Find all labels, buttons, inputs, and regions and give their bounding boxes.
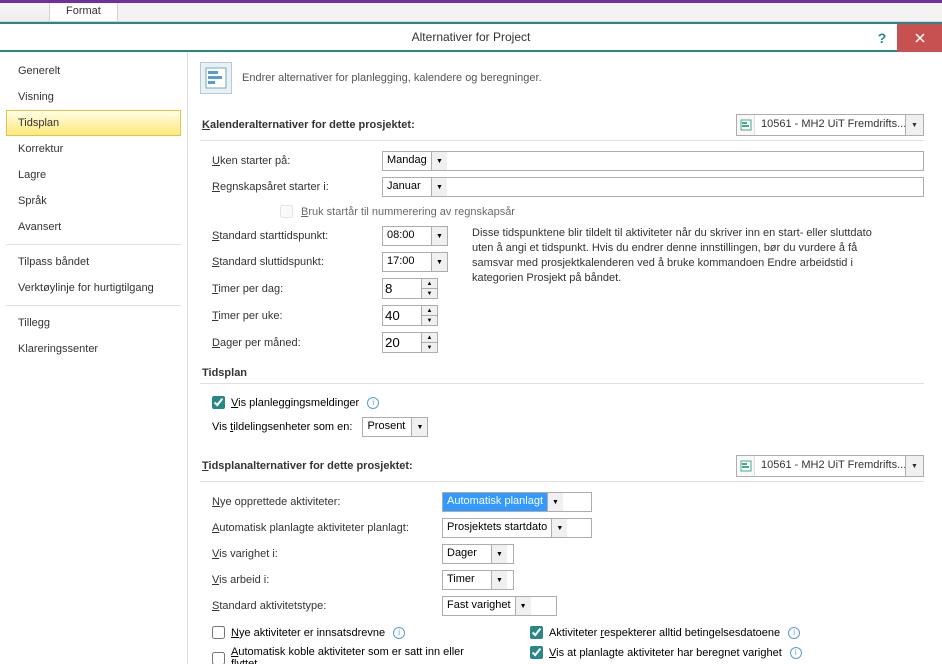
check-label: Nye aktiviteter er innsatsdrevne <box>231 627 385 639</box>
check-option: Nye aktiviteter er innsatsdrevne i <box>202 624 492 641</box>
select-fiscal-year[interactable]: Januar▼ <box>382 177 924 197</box>
section-description: Endrer alternativer for planlegging, kal… <box>242 72 542 84</box>
project-icon <box>737 115 755 135</box>
close-button[interactable] <box>897 24 942 52</box>
label-end-time: Standard sluttidspunkt: <box>212 256 382 268</box>
select-new-tasks[interactable]: Automatisk planlagt▼ <box>442 492 592 512</box>
info-icon[interactable]: i <box>393 627 405 639</box>
input-days-per-month[interactable]: ▲▼ <box>382 332 438 353</box>
checkbox[interactable] <box>212 652 225 664</box>
check-label: Aktiviteter respekterer alltid betingels… <box>549 627 780 639</box>
sidebar: GenereltVisningTidsplanKorrekturLagreSpr… <box>0 52 188 664</box>
check-option: Automatisk koble aktiviteter som er satt… <box>202 644 492 664</box>
help-button[interactable]: ? <box>867 24 897 52</box>
input-hours-per-day[interactable]: ▲▼ <box>382 278 438 299</box>
content-pane: Endrer alternativer for planlegging, kal… <box>188 52 942 664</box>
sidebar-item-verktøylinje-for-hurtigtilgang[interactable]: Verktøylinje for hurtigtilgang <box>6 275 181 301</box>
info-icon[interactable]: i <box>367 397 379 409</box>
dialog-title: Alternativer for Project <box>412 30 531 44</box>
schedule-icon <box>200 62 232 94</box>
sidebar-item-tilpass-båndet[interactable]: Tilpass båndet <box>6 249 181 275</box>
label-fy-numbering: Bruk startår til nummerering av regnskap… <box>301 206 515 218</box>
ribbon-tab-label: Format <box>66 5 101 17</box>
check-fy-numbering <box>280 205 293 218</box>
group-calendar-options: Kalenderalternativer for dette prosjekte… <box>200 108 924 141</box>
sidebar-item-generelt[interactable]: Generelt <box>6 58 181 84</box>
sidebar-item-tillegg[interactable]: Tillegg <box>6 310 181 336</box>
select-start-time[interactable]: 08:00▼ <box>382 226 448 246</box>
check-label: Automatisk koble aktiviteter som er satt… <box>231 646 492 664</box>
label-days-per-month: Dager per måned: <box>212 337 382 349</box>
check-show-scheduling-messages[interactable] <box>212 396 225 409</box>
label-default-task-type: Standard aktivitetstype: <box>212 600 442 612</box>
close-icon <box>915 33 925 43</box>
sidebar-item-tidsplan[interactable]: Tidsplan <box>6 110 181 136</box>
label-hours-per-week: Timer per uke: <box>212 310 382 322</box>
sidebar-item-lagre[interactable]: Lagre <box>6 162 181 188</box>
label-auto-scheduled: Automatisk planlagte aktiviteter planlag… <box>212 522 442 534</box>
sidebar-item-visning[interactable]: Visning <box>6 84 181 110</box>
label-start-time: Standard starttidspunkt: <box>212 230 382 242</box>
label-fiscal-year: Regnskapsåret starter i: <box>212 181 382 193</box>
project-selector-schedule[interactable]: 10561 - MH2 UiT Fremdrifts... ▼ <box>736 455 924 477</box>
sidebar-item-korrektur[interactable]: Korrektur <box>6 136 181 162</box>
select-auto-scheduled[interactable]: Prosjektets startdato▼ <box>442 518 592 538</box>
info-icon[interactable]: i <box>788 627 800 639</box>
group-schedule: Tidsplan <box>200 361 924 384</box>
label-work-in: Vis arbeid i: <box>212 574 442 586</box>
chevron-down-icon[interactable]: ▼ <box>905 456 923 476</box>
sidebar-item-avansert[interactable]: Avansert <box>6 214 181 240</box>
input-hours-per-week[interactable]: ▲▼ <box>382 305 438 326</box>
chevron-down-icon[interactable]: ▼ <box>905 115 923 135</box>
check-label: Vis at planlagte aktiviteter har beregne… <box>549 647 782 659</box>
label-duration-in: Vis varighet i: <box>212 548 442 560</box>
project-icon <box>737 456 755 476</box>
group-schedule-options: Tidsplanalternativer for dette prosjekte… <box>200 449 924 482</box>
check-option: Aktiviteter respekterer alltid betingels… <box>520 624 870 641</box>
info-icon[interactable]: i <box>790 647 802 659</box>
label-week-starts: Uken starter på: <box>212 155 382 167</box>
label-new-tasks: Nye opprettede aktiviteter: <box>212 496 442 508</box>
select-week-starts[interactable]: Mandag▼ <box>382 151 924 171</box>
label-assignment-units: Vis tildelingsenheter som en: <box>212 421 352 433</box>
project-selector-calendar[interactable]: 10561 - MH2 UiT Fremdrifts... ▼ <box>736 114 924 136</box>
label-hours-per-day: Timer per dag: <box>212 283 382 295</box>
check-option: Vis at planlagte aktiviteter har beregne… <box>520 644 870 661</box>
dialog-titlebar: Alternativer for Project ? <box>0 22 942 50</box>
select-end-time[interactable]: 17:00▼ <box>382 252 448 272</box>
select-duration-in[interactable]: Dager▼ <box>442 544 514 564</box>
checkbox[interactable] <box>530 626 543 639</box>
checkbox[interactable] <box>212 626 225 639</box>
select-assignment-units[interactable]: Prosent▼ <box>362 417 428 437</box>
label-show-scheduling-messages: Vis planleggingsmeldinger <box>231 397 359 409</box>
select-work-in[interactable]: Timer▼ <box>442 570 514 590</box>
sidebar-item-klareringssenter[interactable]: Klareringssenter <box>6 336 181 362</box>
calendar-note: Disse tidspunktene blir tildelt til akti… <box>472 226 872 285</box>
checkbox[interactable] <box>530 646 543 659</box>
sidebar-item-språk[interactable]: Språk <box>6 188 181 214</box>
ribbon-tab-format[interactable]: Format <box>50 0 118 21</box>
select-default-task-type[interactable]: Fast varighet▼ <box>442 596 557 616</box>
